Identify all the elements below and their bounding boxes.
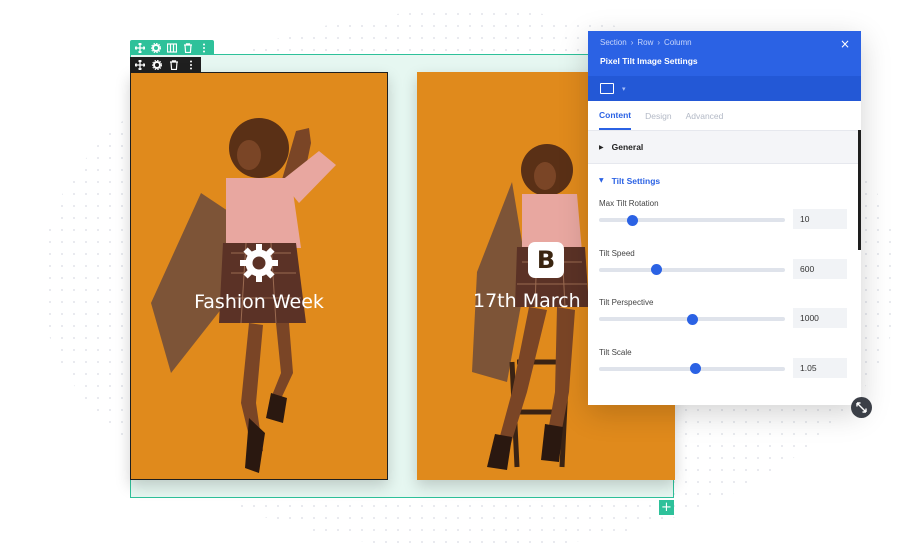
chevron-down-icon[interactable]: ▾ (622, 85, 626, 93)
caret-down-icon: ▼ (599, 177, 604, 184)
close-icon[interactable]: × (840, 37, 850, 51)
breadcrumb-column[interactable]: Column (664, 38, 692, 47)
slider-thumb[interactable] (626, 214, 638, 226)
b-letter-icon: B (528, 242, 564, 278)
row-toolbar (130, 40, 214, 55)
slider-thumb[interactable] (651, 264, 663, 275)
desktop-view-icon[interactable] (600, 83, 614, 94)
card-caption: Fashion Week (194, 291, 324, 313)
slider-track[interactable] (599, 264, 785, 275)
breadcrumb: Section › Row › Column (600, 38, 849, 47)
slider-track[interactable] (599, 313, 785, 325)
setting-tilt-perspective: Tilt Perspective (588, 296, 861, 346)
value-input[interactable] (793, 308, 847, 328)
caret-right-icon: ▶ (599, 143, 604, 151)
setting-label: Tilt Speed (599, 248, 635, 258)
more-options-icon[interactable] (186, 60, 196, 70)
move-icon[interactable] (135, 60, 145, 70)
gear-icon[interactable] (151, 42, 161, 53)
panel-title: Pixel Tilt Image Settings (600, 56, 698, 66)
expand-arrows-icon (856, 402, 867, 413)
add-module-button[interactable]: + (659, 500, 674, 515)
value-input[interactable] (793, 209, 847, 229)
settings-panel: Section › Row › Column Pixel Tilt Image … (588, 31, 861, 405)
gear-icon (240, 244, 278, 282)
panel-header: Section › Row › Column Pixel Tilt Image … (588, 31, 861, 76)
trash-icon[interactable] (169, 60, 179, 70)
chevron-right-icon: › (657, 38, 661, 47)
setting-max-tilt-rotation: Max Tilt Rotation (588, 197, 861, 247)
group-tilt-label: Tilt Settings (611, 175, 661, 186)
tilt-settings-list: Max Tilt Rotation Tilt Speed Tilt Perspe… (588, 197, 861, 395)
slider-track[interactable] (599, 214, 785, 226)
slider-thumb[interactable] (690, 363, 702, 374)
setting-label: Max Tilt Rotation (599, 199, 659, 208)
tab-design[interactable]: Design (645, 101, 671, 130)
more-options-icon[interactable] (199, 43, 209, 53)
module-toolbar (130, 57, 201, 73)
tilt-image-card[interactable]: Fashion Week (130, 72, 388, 480)
chevron-right-icon: › (630, 38, 634, 47)
group-general-toggle[interactable]: ▶ General (588, 131, 861, 164)
breadcrumb-section[interactable]: Section (600, 38, 627, 47)
panel-scrollbar[interactable] (858, 130, 861, 250)
gear-icon[interactable] (152, 60, 162, 70)
tab-content[interactable]: Content (599, 101, 632, 130)
trash-icon[interactable] (183, 42, 193, 53)
tab-advanced[interactable]: Advanced (686, 101, 724, 130)
group-general-label: General (611, 142, 644, 152)
setting-label: Tilt Perspective (599, 298, 654, 307)
breadcrumb-row[interactable]: Row (637, 38, 653, 47)
group-tilt-settings-toggle[interactable]: ▼ Tilt Settings (588, 164, 861, 197)
setting-label: Tilt Scale (599, 347, 632, 357)
resize-panel-button[interactable] (851, 397, 872, 418)
setting-tilt-speed: Tilt Speed (588, 247, 861, 297)
settings-tabs: Content Design Advanced (588, 101, 861, 131)
move-icon[interactable] (135, 42, 145, 53)
slider-track[interactable] (599, 363, 785, 374)
columns-icon[interactable] (167, 42, 177, 53)
value-input[interactable] (793, 258, 847, 279)
value-input[interactable] (793, 357, 847, 378)
slider-thumb[interactable] (686, 313, 698, 325)
view-mode-bar: ▾ (588, 76, 861, 101)
setting-tilt-scale: Tilt Scale (588, 346, 861, 396)
